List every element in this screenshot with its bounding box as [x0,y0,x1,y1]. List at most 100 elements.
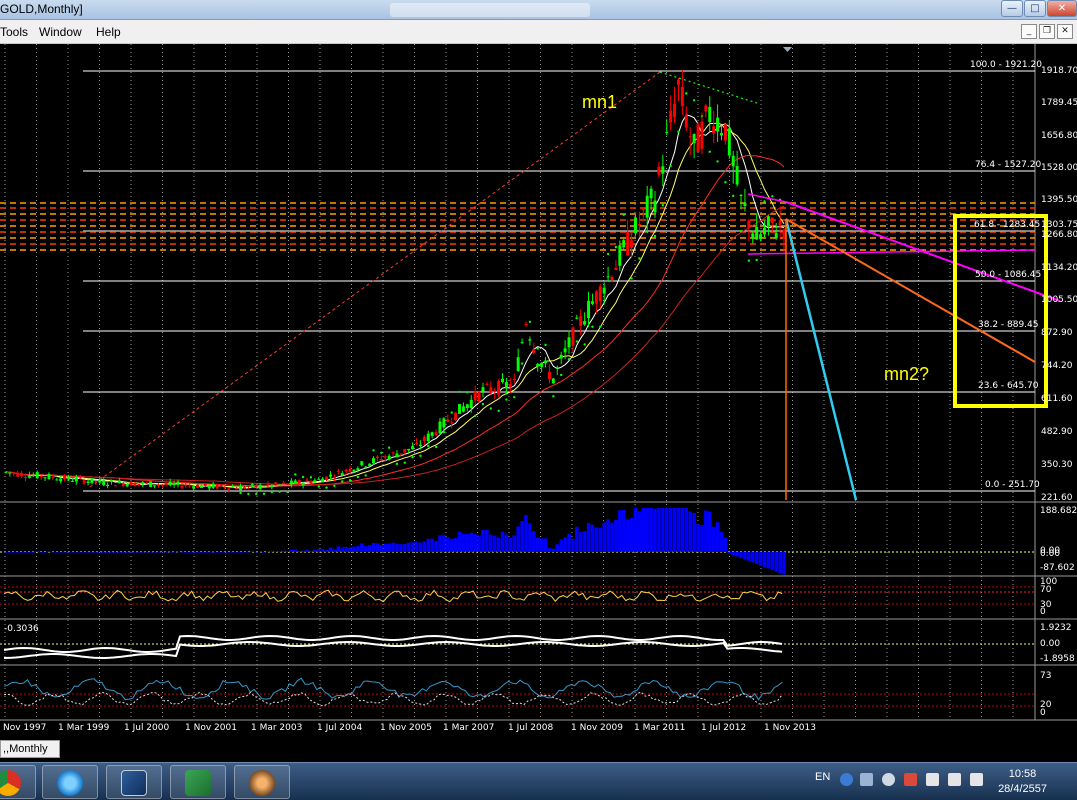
sar-dot [544,343,547,347]
macd-bar [504,534,509,552]
candle-body [180,485,184,488]
macd-bar [129,552,133,553]
chart-minimize-icon[interactable]: _ [1021,24,1037,39]
taskbar-metatrader[interactable] [106,765,162,799]
candle-body [544,360,548,364]
macd-bar [324,549,329,552]
macd-bar [15,552,20,553]
macd-bar [254,552,258,553]
date-tick: 1 Jul 2012 [701,723,747,733]
macd-bar [508,538,513,552]
sar-dot [763,200,766,203]
clock[interactable]: 10:58 28/4/2557 [998,767,1047,797]
candle-body [469,399,473,409]
sar-dot [575,340,579,343]
sar-dot [653,234,657,238]
arrow-up-icon[interactable] [882,773,895,786]
help-icon[interactable] [840,773,853,786]
sar-dot [567,357,571,361]
taskbar: EN 10:58 28/4/2557 [0,762,1077,800]
network-icon[interactable] [904,773,917,786]
macd-bar [281,550,286,552]
flag-icon[interactable] [948,773,961,786]
candle-body [8,472,12,474]
macd-bar [379,544,384,552]
macd-bar [442,534,446,552]
price-chart[interactable] [0,44,1077,762]
taskbar-excel[interactable] [170,765,226,799]
candle-body [356,468,360,471]
stoch-73: 73 [1040,671,1052,681]
macd-bar [575,526,579,552]
candle-body [27,475,31,478]
macd-bar [594,527,599,552]
price-tick: 1789.45 [1041,98,1077,108]
candle-body [747,220,751,228]
candle-body [680,86,684,107]
candle-body [24,476,27,478]
close-icon[interactable]: ✕ [1047,0,1077,17]
macd-bar [645,508,649,552]
macd-bar [664,508,669,552]
macd-bar [387,543,391,552]
chart-tab-gold-monthly[interactable]: ,,Monthly [0,740,60,758]
sar-dot [473,414,477,418]
taskbar-internet-explorer[interactable] [42,765,98,799]
macd-bar [191,552,196,553]
rsi-70: 70 [1040,585,1052,595]
macd-bar [383,543,387,552]
menu-help[interactable]: Help [96,25,121,39]
macd-bar [559,539,563,552]
candle-body [520,342,524,344]
sar-dot [239,491,242,495]
taskbar-app[interactable] [234,765,290,799]
candle-body [422,436,426,442]
candle-body [630,240,634,248]
candle-body [669,110,673,123]
macd-bar [449,538,454,552]
macd-bar [234,552,239,553]
price-tick: 1005.50 [1041,295,1077,305]
price-tick: 1134.20 [1041,263,1077,273]
macd-bar [414,541,419,552]
sar-dot [755,258,758,262]
candle-body [235,488,239,490]
macd-bar [121,552,126,553]
macd-bar [461,533,466,552]
macd-bar [266,551,270,553]
menu-tools[interactable]: Tools [0,25,28,39]
date-tick: 1 Mar 2007 [443,723,495,733]
sar-dot [606,252,610,256]
menu-window[interactable]: Window [39,25,82,39]
taskbar-chrome[interactable] [0,765,36,799]
sar-dot [669,164,672,168]
macd-bar [55,552,59,553]
maximize-icon[interactable]: □ [1024,0,1046,17]
sar-dot [732,194,735,198]
candle-body [415,442,418,444]
candle-body [254,484,258,487]
language-indicator[interactable]: EN [815,771,830,783]
candle-body [442,418,446,428]
macd-bar [199,552,204,553]
monitor-icon[interactable] [926,773,939,786]
chart-close-icon[interactable]: ✕ [1057,24,1073,39]
keyboard-icon[interactable] [860,773,873,786]
candle-body [657,166,661,175]
candle-body [82,480,86,484]
macd-bar [528,523,532,552]
macd-bar [285,551,290,552]
sar-dot [739,229,743,233]
candle-body [583,321,587,325]
chart-restore-icon[interactable]: ❐ [1039,24,1055,39]
price-tick: 482.90 [1041,427,1073,437]
sar-dot [630,277,633,280]
macd-bar [246,552,251,553]
candle-body [12,472,16,474]
minimize-icon[interactable]: — [1001,0,1023,17]
macd-bar [340,547,344,552]
macd-bar [391,542,395,552]
volume-icon[interactable] [970,773,983,786]
candle-body [700,121,704,149]
chart-window[interactable]: mn1 mn2? 100.0 - 1921.20 76.4 - 1527.20 … [0,44,1077,762]
